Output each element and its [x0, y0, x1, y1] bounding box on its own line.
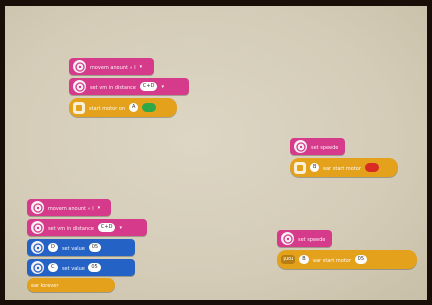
rear-forever-block[interactable]: ɹǝʌǝɹoɟ ɹɐǝ [27, 278, 115, 292]
motor-icon [281, 232, 294, 245]
value-input[interactable]: 05 [88, 243, 102, 252]
block-label: ǝpǝǝds ʇǝs [311, 143, 339, 150]
direction-dropdown[interactable]: ▾ [98, 205, 101, 211]
value-input[interactable]: 05 [88, 263, 101, 272]
block-label: ǝɔuɐʇsᴉp uᴉ ɯʌ ʇǝs [90, 83, 136, 90]
block-label: ɹoʇoɯ ʇɹɐʇs ɹɐǝ [312, 256, 351, 263]
port-selector[interactable]: C [48, 263, 58, 272]
block-label: ɹǝʌǝɹoɟ ɹɐǝ [31, 282, 59, 288]
set-movement-block[interactable]: ǝɔuɐʇsᴉp uᴉ ɯʌ ʇǝs C+D ▾ [27, 219, 147, 236]
port-selector[interactable]: C+D [139, 82, 158, 91]
port-selector[interactable]: C+D [97, 223, 116, 232]
block-label: ꞁ ∘ ʇunouɐ ɯǝʌoɯ [90, 63, 136, 70]
port-selector[interactable]: A [129, 103, 139, 112]
set-movement-block[interactable]: ǝɔuɐʇsᴉp uᴉ ɯʌ ʇǝs C+D ▾ [69, 78, 189, 95]
port-selector[interactable]: D [48, 243, 58, 252]
motor-icon [73, 60, 86, 73]
code-canvas[interactable]: ꞁ ∘ ʇunouɐ ɯǝʌoɯ ▾ ǝɔuɐʇsᴉp uᴉ ɯʌ ʇǝs C+… [5, 6, 427, 300]
direction-dropdown[interactable]: ▾ [140, 64, 143, 70]
motor-icon [73, 80, 86, 93]
block-label: uo ɹoʇoɯ ʇɹɐʇs [89, 104, 126, 111]
set-value-block[interactable]: C ǝnꞁɐʌ ʇǝs 05 [27, 259, 135, 276]
port-selector[interactable]: B [299, 255, 309, 264]
block-label: ǝnꞁɐʌ ʇǝs [61, 264, 85, 271]
set-speed-block[interactable]: ǝpǝǝds ʇǝs [277, 230, 332, 247]
sensor-icon [73, 101, 85, 114]
motor-icon [31, 201, 44, 214]
start-motor-block[interactable]: uo ɹoʇoɯ ʇɹɐʇs A [69, 98, 177, 117]
move-amount-block[interactable]: ꞁ ∘ ʇunouɐ ɯǝʌoɯ ▾ [27, 199, 111, 216]
block-label: ꞁ ∘ ʇunouɐ ɯǝʌoɯ [48, 204, 94, 211]
block-label: ɹoʇoɯ ʇɹɐʇs ɹɐǝ [323, 164, 362, 171]
motor-icon [31, 221, 44, 234]
move-amount-block[interactable]: ꞁ ∘ ʇunouɐ ɯǝʌoɯ ▾ [69, 58, 154, 75]
set-speed-block[interactable]: ǝpǝǝds ʇǝs [290, 138, 345, 155]
state-toggle[interactable] [142, 103, 157, 112]
direction-dropdown[interactable]: ▾ [161, 84, 164, 90]
block-label: ǝɔuɐʇsᴉp uᴉ ɯʌ ʇǝs [48, 224, 94, 231]
direction-dropdown[interactable]: ▾ [119, 225, 122, 231]
motor-icon [31, 261, 44, 274]
rear-motor-block[interactable]: B ɹoʇoɯ ʇɹɐʇs ɹɐǝ [290, 158, 398, 177]
sensor-icon [294, 161, 306, 174]
screen-frame: ꞁ ∘ ʇunouɐ ɯǝʌoɯ ▾ ǝɔuɐʇsᴉp uᴉ ɯʌ ʇǝs C+… [5, 6, 427, 300]
state-toggle[interactable] [365, 163, 380, 172]
block-label: ǝnꞁɐʌ ʇǝs [61, 244, 85, 251]
value-input[interactable]: 05 [354, 255, 368, 264]
front-chip[interactable]: ʇuoɹ [281, 255, 296, 264]
set-value-block[interactable]: D ǝnꞁɐʌ ʇǝs 05 [27, 239, 135, 256]
port-selector[interactable]: B [310, 163, 320, 172]
block-label: ǝpǝǝds ʇǝs [298, 235, 326, 242]
rear-motor-block[interactable]: ʇuoɹ B ɹoʇoɯ ʇɹɐʇs ɹɐǝ 05 [277, 250, 417, 269]
motor-icon [31, 241, 44, 254]
motor-icon [294, 140, 307, 153]
